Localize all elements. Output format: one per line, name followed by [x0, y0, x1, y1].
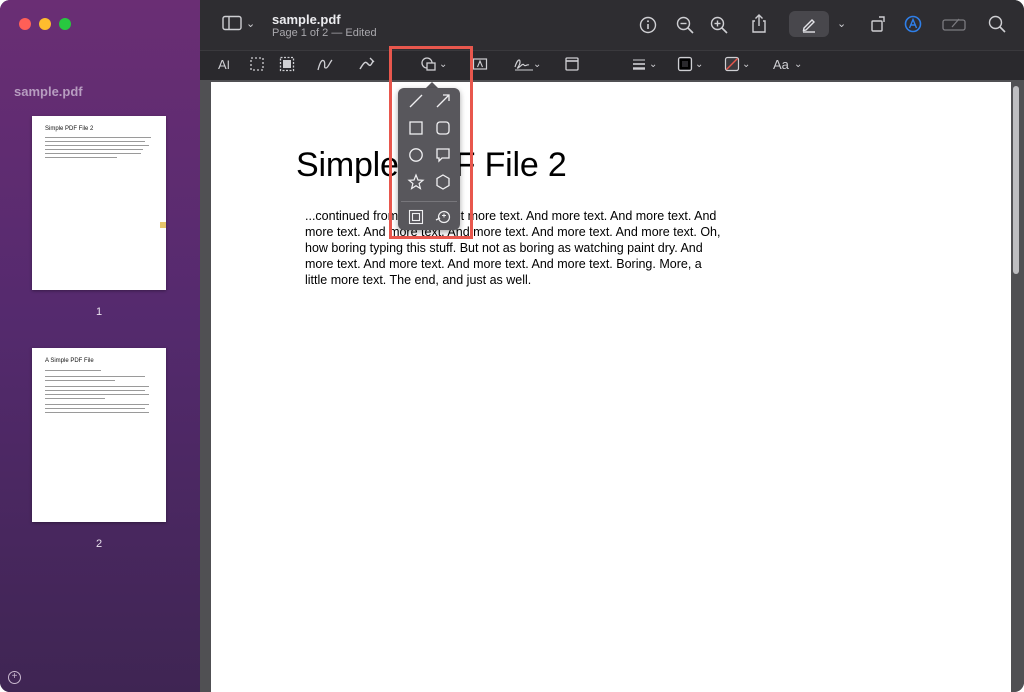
page-body-text: ...continued from page 1. Yet more text.… [305, 209, 721, 287]
thumbnail-heading: A Simple PDF File [45, 358, 94, 364]
annotate-circle-icon[interactable] [904, 15, 922, 38]
thumbnail-text-line [45, 370, 101, 371]
draw-icon[interactable] [358, 56, 376, 77]
sidebar-toggle-icon[interactable] [222, 15, 242, 36]
sketch-icon[interactable] [316, 56, 334, 77]
thumbnail-heading: Simple PDF File 2 [45, 126, 94, 132]
page-thumbnail-2[interactable]: A Simple PDF File [32, 348, 166, 522]
speech-bubble-shape-icon[interactable] [434, 146, 452, 164]
hexagon-shape-icon[interactable] [434, 173, 452, 191]
form-fill-icon[interactable] [942, 15, 966, 38]
preview-window: sample.pdf Simple PDF File 2 1 A Simple … [0, 0, 1024, 692]
thumbnail-text-line [45, 141, 145, 142]
popover-divider [401, 201, 457, 202]
text-selection-icon[interactable]: AI [218, 56, 230, 74]
oval-shape-icon[interactable] [407, 146, 425, 164]
chevron-down-icon[interactable]: ⌄ [649, 56, 657, 74]
thumbnail-text-line [45, 394, 149, 395]
chevron-down-icon[interactable]: ⌄ [695, 56, 703, 74]
fill-color-icon[interactable] [724, 56, 740, 77]
rounded-rectangle-shape-icon[interactable] [434, 119, 452, 137]
chevron-down-icon[interactable]: ⌄ [246, 15, 255, 33]
thumbnail-text-line [45, 149, 143, 150]
vertical-scrollbar[interactable] [1013, 86, 1019, 274]
line-shape-icon[interactable] [407, 92, 425, 110]
thumbnail-text-line [45, 157, 117, 158]
line-style-icon[interactable] [631, 56, 647, 77]
note-icon[interactable] [564, 56, 580, 77]
chevron-down-icon[interactable]: ⌄ [533, 56, 541, 74]
thumbnail-text-line [45, 380, 115, 381]
text-box-icon[interactable] [472, 56, 488, 77]
border-color-icon[interactable] [677, 56, 693, 77]
thumbnail-text-line [45, 137, 151, 138]
chevron-down-icon[interactable]: ⌄ [742, 56, 750, 74]
rectangle-shape-icon[interactable] [407, 119, 425, 137]
thumbnail-text-line [45, 376, 145, 377]
chevron-down-icon[interactable]: ⌄ [794, 56, 802, 74]
document-title: sample.pdf [272, 12, 341, 27]
arrow-shape-icon[interactable] [434, 92, 452, 110]
pen-icon [800, 15, 818, 38]
thumbnail-text-line [45, 145, 149, 146]
zoom-window-button[interactable] [59, 18, 71, 30]
minimize-window-button[interactable] [39, 18, 51, 30]
chevron-down-icon[interactable]: ⌄ [837, 15, 846, 33]
info-icon[interactable] [639, 16, 657, 39]
rotate-icon[interactable] [870, 15, 888, 38]
thumbnail-text-line [45, 390, 145, 391]
thumbnail-text-line [45, 408, 145, 409]
search-icon[interactable] [988, 15, 1006, 38]
text-style-button[interactable]: Aa [773, 56, 789, 74]
loupe-shape-icon[interactable] [434, 208, 452, 226]
page-number-1: 1 [95, 306, 103, 318]
close-window-button[interactable] [19, 18, 31, 30]
mask-shape-icon[interactable] [407, 208, 425, 226]
shapes-highlight-box [389, 46, 473, 239]
redact-icon[interactable] [279, 56, 295, 77]
page-number-2: 2 [95, 538, 103, 550]
signature-icon[interactable] [513, 56, 535, 77]
thumbnail-sidebar: sample.pdf Simple PDF File 2 1 A Simple … [0, 0, 201, 692]
thumbnail-text-line [45, 412, 149, 413]
thumbnail-text-line [45, 404, 149, 405]
annotation-marker [160, 222, 166, 228]
sidebar-title: sample.pdf [14, 84, 83, 99]
zoom-out-icon[interactable] [676, 16, 694, 39]
document-subtitle: Page 1 of 2 — Edited [272, 27, 377, 39]
zoom-in-icon[interactable] [710, 16, 728, 39]
share-icon[interactable] [750, 14, 768, 39]
thumbnail-text-line [45, 398, 105, 399]
thumbnail-text-line [45, 153, 141, 154]
add-page-icon[interactable]: + [8, 671, 21, 684]
thumbnail-text-line [45, 386, 149, 387]
page-thumbnail-1[interactable]: Simple PDF File 2 [32, 116, 166, 290]
rectangular-selection-icon[interactable] [249, 56, 265, 77]
star-shape-icon[interactable] [407, 173, 425, 191]
